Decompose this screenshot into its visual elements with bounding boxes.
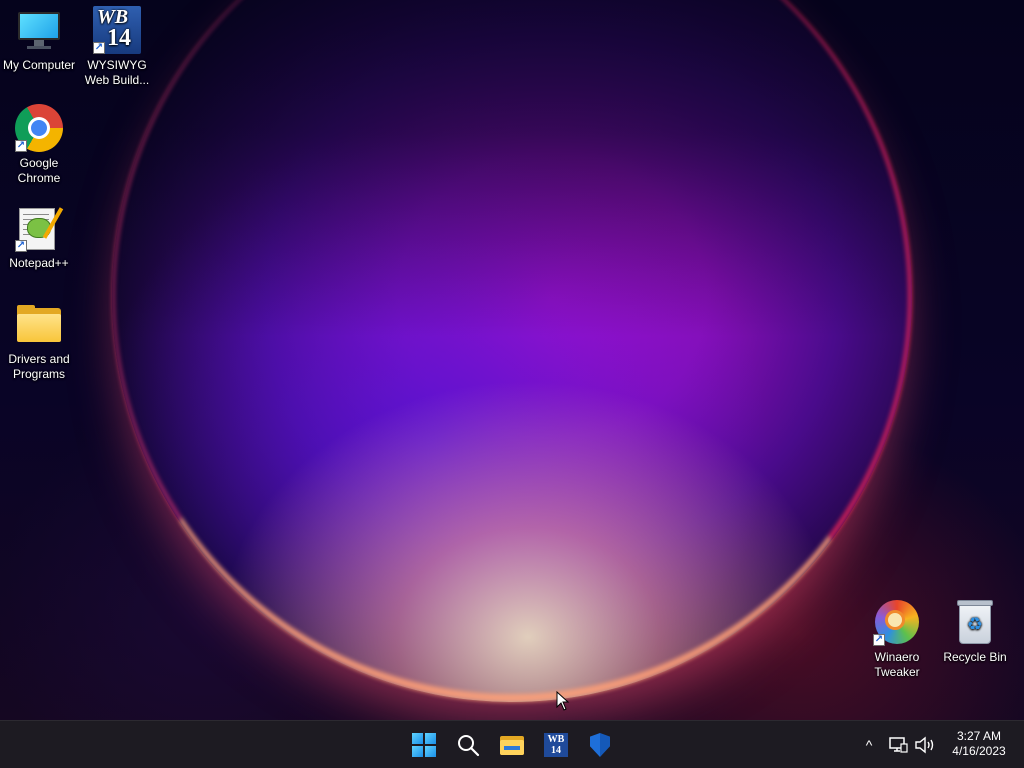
desktop-icon-recycle-bin[interactable]: ♻ Recycle Bin — [936, 598, 1014, 665]
file-explorer-button[interactable] — [492, 725, 532, 765]
wb-badge-line2: 14 — [107, 25, 131, 51]
search-button[interactable] — [448, 725, 488, 765]
windows-start-icon — [412, 733, 436, 757]
desktop-wallpaper: My Computer WB 14 ↗ WYSIWYG Web Build...… — [0, 0, 1024, 720]
shortcut-arrow-icon: ↗ — [15, 140, 27, 152]
shortcut-arrow-icon: ↗ — [93, 42, 105, 54]
wysiwyg-web-builder-icon: WB 14 ↗ — [93, 6, 141, 54]
recycle-bin-icon: ♻ — [951, 598, 999, 646]
file-explorer-icon — [500, 733, 524, 757]
taskbar-clock[interactable]: 3:27 AM 4/16/2023 — [944, 729, 1014, 759]
folder-icon — [15, 300, 63, 348]
desktop-icon-google-chrome[interactable]: ↗ Google Chrome — [0, 104, 78, 186]
search-icon — [458, 735, 480, 757]
desktop-icon-label: Notepad++ — [9, 256, 69, 270]
wallpaper-orb-rim — [112, 0, 912, 702]
desktop-icon-my-computer[interactable]: My Computer — [0, 6, 78, 73]
show-hidden-icons-chevron-icon[interactable]: ^ — [858, 721, 880, 768]
desktop-icon-label: Recycle Bin — [943, 650, 1007, 664]
desktop-icon-notepad-plus-plus[interactable]: ↗ Notepad++ — [0, 204, 78, 271]
shortcut-arrow-icon: ↗ — [873, 634, 885, 646]
wysiwyg-web-builder-icon: WB 14 — [544, 733, 568, 757]
winaero-tweaker-icon: ↗ — [873, 598, 921, 646]
start-button[interactable] — [404, 725, 444, 765]
clock-time: 3:27 AM — [956, 729, 1002, 743]
mouse-pointer-icon — [556, 691, 570, 711]
desktop-icon-label: My Computer — [2, 58, 76, 72]
desktop-icon-wysiwyg-web-builder[interactable]: WB 14 ↗ WYSIWYG Web Build... — [78, 6, 156, 88]
wb-badge-line1: WB — [97, 6, 129, 28]
desktop-icon-label: WYSIWYG Web Build... — [84, 58, 150, 87]
wysiwyg-web-builder-taskbar-button[interactable]: WB 14 — [536, 725, 576, 765]
notepad-plus-plus-icon: ↗ — [15, 204, 64, 252]
desktop-icon-label: Google Chrome — [17, 156, 61, 185]
clock-date: 4/16/2023 — [952, 744, 1006, 758]
volume-icon[interactable] — [914, 735, 936, 755]
shortcut-arrow-icon: ↗ — [15, 240, 27, 252]
taskbar-wb-badge: WB 14 — [544, 733, 568, 757]
desktop-icon-label: Drivers and Programs — [8, 352, 70, 381]
network-icon[interactable] — [888, 735, 908, 755]
windows-security-button[interactable] — [580, 725, 620, 765]
desktop-icon-label: Winaero Tweaker — [874, 650, 920, 679]
computer-icon — [15, 6, 63, 54]
desktop-icon-winaero-tweaker[interactable]: ↗ Winaero Tweaker — [858, 598, 936, 680]
desktop-icon-drivers-and-programs[interactable]: Drivers and Programs — [0, 300, 78, 382]
taskbar: WB 14 ^ 3:27 AM 4/16/2023 — [0, 720, 1024, 768]
windows-security-icon — [588, 733, 612, 757]
chrome-icon: ↗ — [15, 104, 63, 152]
